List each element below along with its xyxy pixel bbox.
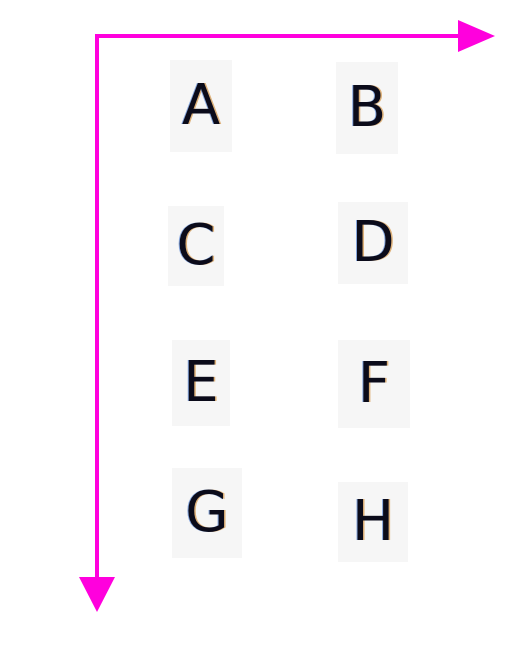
grid-cell-h: H bbox=[338, 482, 408, 562]
grid-cell-b: B bbox=[336, 62, 398, 154]
horizontal-arrowhead bbox=[458, 20, 495, 52]
grid-cell-f: F bbox=[338, 340, 410, 428]
grid-cell-d: D bbox=[338, 202, 408, 284]
letter-grid-diagram: A B C D E F G H bbox=[0, 0, 521, 656]
vertical-arrowhead bbox=[79, 577, 115, 612]
grid-cell-c: C bbox=[168, 206, 224, 286]
grid-cell-g: G bbox=[172, 468, 242, 558]
grid-cell-e: E bbox=[172, 340, 230, 426]
grid-cell-a: A bbox=[170, 60, 232, 152]
axis-arrows bbox=[79, 20, 495, 612]
